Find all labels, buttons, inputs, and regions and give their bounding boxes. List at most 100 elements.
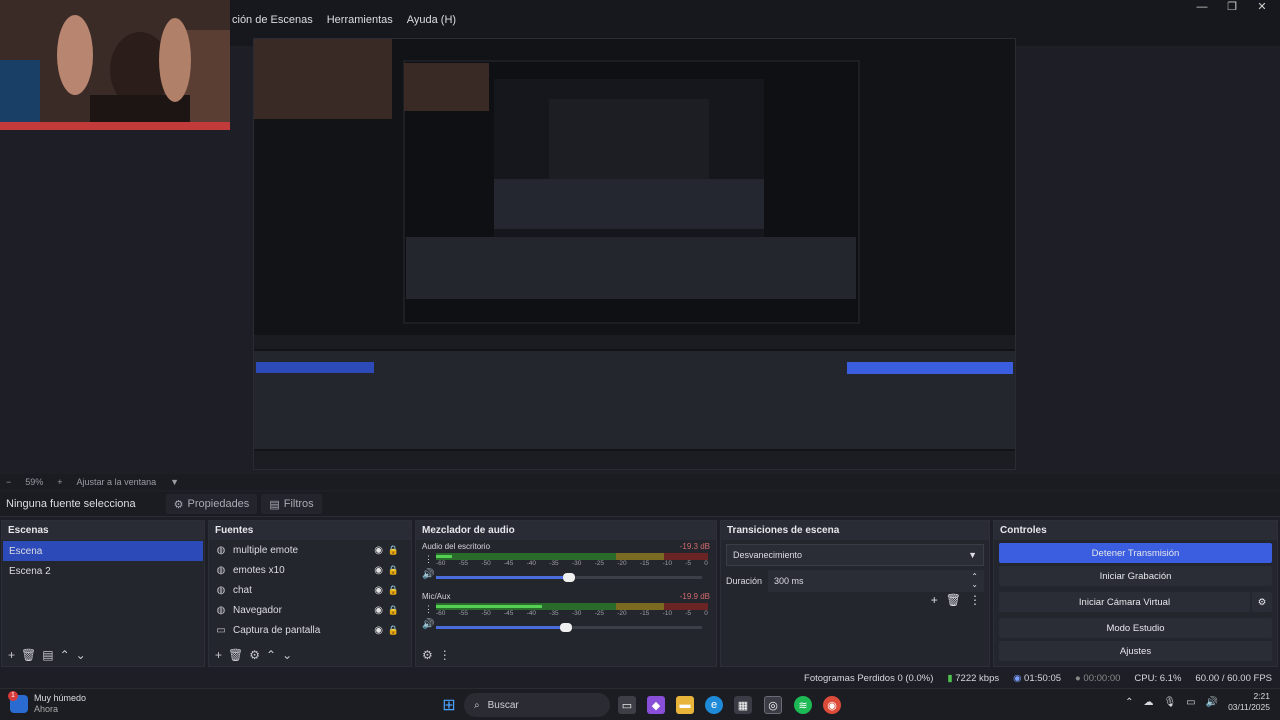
chevron-down-icon[interactable]: ⌄ [76, 648, 86, 662]
trash-icon[interactable]: 🗑 [946, 593, 961, 607]
filters-button[interactable]: ▤ Filtros [261, 494, 322, 514]
volume-slider[interactable] [436, 623, 702, 632]
eye-icon[interactable]: ◉ [374, 585, 383, 596]
weather-title: Muy húmedo [34, 693, 87, 703]
menu-scene-collection[interactable]: ción de Escenas [232, 14, 313, 34]
kebab-menu-icon[interactable]: ⋮ [969, 593, 981, 607]
trash-icon[interactable]: 🗑 [21, 648, 36, 662]
network-icon[interactable]: ▭ [1186, 697, 1195, 708]
chevron-down-icon[interactable]: ▼ [170, 477, 179, 487]
audio-mixer-dock: Mezclador de audio Audio del escritorio … [415, 520, 717, 667]
scene-item[interactable]: Escena 2 [3, 561, 203, 581]
clock[interactable]: 2:21 03/11/2025 [1228, 691, 1270, 713]
zoom-out-button[interactable]: − [6, 477, 11, 487]
speaker-icon[interactable]: 🔊 [422, 619, 434, 630]
advanced-audio-icon[interactable]: ⚙ [422, 648, 433, 662]
cpu-usage: CPU: 6.1% [1134, 672, 1182, 684]
eye-icon[interactable]: ◉ [374, 605, 383, 616]
spin-arrows-icon[interactable]: ⌃ ⌄ [971, 573, 978, 589]
zoom-in-button[interactable]: + [57, 477, 62, 487]
speaker-icon[interactable]: 🔊 [422, 569, 434, 580]
kebab-menu-icon[interactable]: ⋮ [424, 554, 433, 565]
volume-icon[interactable]: 🔊 [1206, 697, 1218, 708]
chevron-up-icon[interactable]: ⌃ [1125, 697, 1133, 708]
duration-input[interactable]: 300 ms ⌃ ⌄ [768, 570, 984, 592]
lock-icon[interactable]: 🔒 [388, 605, 399, 616]
settings-button[interactable]: Ajustes [999, 641, 1272, 661]
globe-icon: ◍ [216, 544, 226, 556]
task-view-icon[interactable]: ▭ [618, 696, 636, 714]
preview-canvas[interactable] [253, 38, 1016, 470]
lock-icon[interactable]: 🔒 [388, 545, 399, 556]
start-recording-button[interactable]: Iniciar Grabación [999, 566, 1272, 586]
eye-icon[interactable]: ◉ [374, 545, 383, 556]
volume-slider[interactable] [436, 573, 702, 582]
source-item[interactable]: ◍ emotes x10 ◉ 🔒 [209, 560, 411, 580]
filter-icon: ▤ [269, 498, 280, 511]
eye-icon[interactable]: ◉ [374, 565, 383, 576]
add-icon[interactable]: + [8, 648, 15, 662]
scene-item[interactable]: Escena [3, 541, 203, 561]
fit-window-label[interactable]: Ajustar a la ventana [77, 477, 157, 487]
chevron-up-icon[interactable]: ⌃ [60, 648, 70, 662]
menu-help[interactable]: Ayuda (H) [407, 14, 456, 34]
windows-start-icon[interactable]: ⊞ [440, 696, 458, 714]
mixer-track: Mic/Aux -19.9 dB -60 -55 -50 -45 -40 -35 -30 -2… [416, 590, 716, 640]
weather-widget[interactable]: 1 Muy húmedo Ahora [8, 691, 87, 715]
properties-button[interactable]: ⚙ Propiedades [165, 494, 258, 514]
cloud-icon[interactable]: ☁ [1143, 697, 1153, 708]
scenes-dock: Escenas Escena Escena 2 + 🗑 ▤ ⌃ ⌄ [1, 520, 205, 667]
slider-knob[interactable] [563, 573, 575, 582]
filter-icon[interactable]: ▤ [42, 648, 53, 662]
broadcast-icon: ◉ [1013, 672, 1022, 684]
slider-knob[interactable] [560, 623, 572, 632]
mixer-footer: ⚙ ⋮ [416, 644, 716, 666]
gear-icon[interactable]: ⚙ [249, 648, 260, 662]
source-label: emotes x10 [233, 564, 285, 576]
edge-browser-icon[interactable]: e [705, 696, 723, 714]
chevron-down-icon[interactable]: ⌄ [282, 648, 292, 662]
eye-icon[interactable]: ◉ [374, 625, 383, 636]
lock-icon[interactable]: 🔒 [388, 585, 399, 596]
search-box[interactable]: ⌕ Buscar [464, 693, 610, 717]
add-icon[interactable]: + [215, 648, 222, 662]
studio-mode-button[interactable]: Modo Estudio [999, 618, 1272, 638]
close-button[interactable]: ✕ [1246, 0, 1278, 14]
kebab-menu-icon[interactable]: ⋮ [439, 648, 451, 662]
microphone-icon[interactable]: 🎙 [1163, 697, 1176, 708]
gear-icon: ⚙ [173, 498, 184, 511]
copilot-icon[interactable]: ◆ [647, 696, 665, 714]
virtual-camera-button[interactable]: Iniciar Cámara Virtual [999, 592, 1250, 612]
kebab-menu-icon[interactable]: ⋮ [424, 604, 433, 615]
controls-title: Controles [994, 521, 1277, 540]
lock-icon[interactable]: 🔒 [388, 625, 399, 636]
obs-icon[interactable]: ◎ [764, 696, 782, 714]
source-item[interactable]: ▭ Captura de pantalla ◉ 🔒 [209, 620, 411, 640]
transitions-title: Transiciones de escena [721, 521, 989, 540]
selected-source-label: Ninguna fuente selecciona [6, 498, 136, 510]
spotify-icon[interactable]: ≋ [794, 696, 812, 714]
source-item[interactable]: ◍ Navegador ◉ 🔒 [209, 600, 411, 620]
controls-dock: Controles Detener Transmisión Iniciar Gr… [993, 520, 1278, 667]
clock-date: 03/11/2025 [1228, 702, 1270, 712]
duration-row: Duración 300 ms ⌃ ⌄ [726, 570, 984, 592]
system-tray: ⌃ ☁ 🎙 ▭ 🔊 2:21 03/11/2025 [1125, 691, 1270, 713]
chrome-icon[interactable]: ◉ [823, 696, 841, 714]
minimize-button[interactable]: — [1186, 0, 1218, 14]
menu-tools[interactable]: Herramientas [327, 14, 393, 34]
trash-icon[interactable]: 🗑 [228, 648, 243, 662]
sources-title: Fuentes [209, 521, 411, 540]
file-explorer-icon[interactable]: ▬ [676, 696, 694, 714]
duration-label: Duración [726, 576, 763, 586]
chevron-up-icon[interactable]: ⌃ [266, 648, 276, 662]
stop-stream-button[interactable]: Detener Transmisión [999, 543, 1272, 563]
source-item[interactable]: ◍ chat ◉ 🔒 [209, 580, 411, 600]
gear-icon[interactable]: ⚙ [1252, 592, 1272, 612]
store-icon[interactable]: ▦ [734, 696, 752, 714]
maximize-button[interactable]: ❐ [1216, 0, 1248, 14]
lock-icon[interactable]: 🔒 [388, 565, 399, 576]
source-item[interactable]: ◍ multiple emote ◉ 🔒 [209, 540, 411, 560]
source-toolbar: Ninguna fuente selecciona ⚙ Propiedades … [0, 492, 1280, 517]
add-icon[interactable]: + [931, 593, 938, 607]
transition-select[interactable]: Desvanecimiento ▼ [726, 544, 984, 566]
